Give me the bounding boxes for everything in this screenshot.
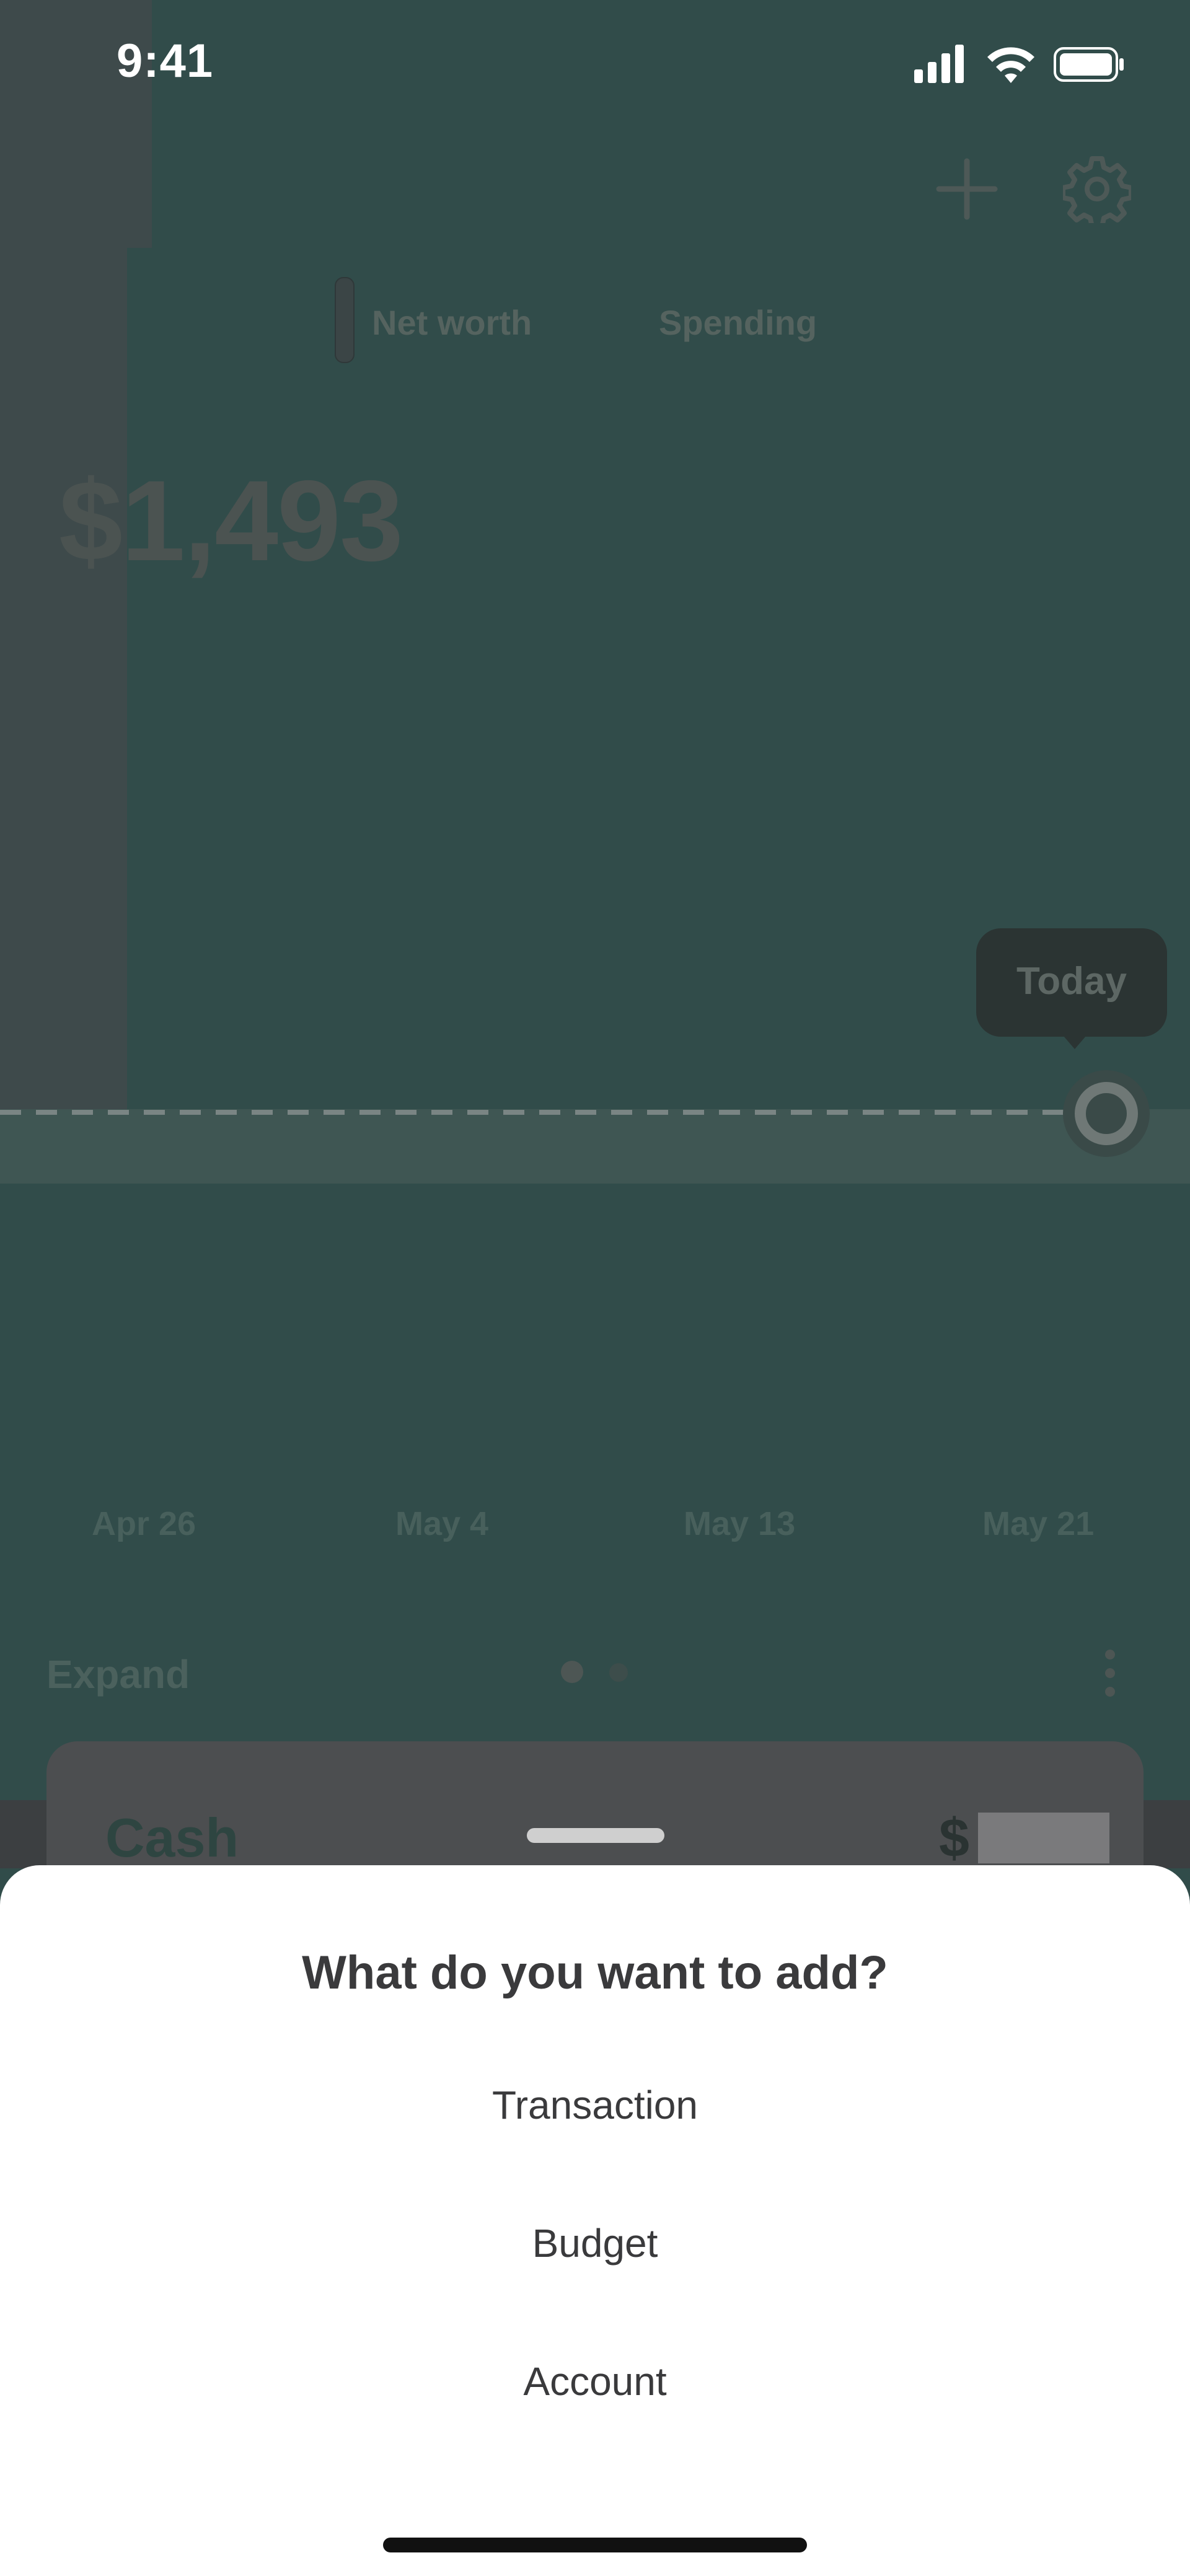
tab-spending[interactable]: Spending <box>659 302 817 343</box>
cash-account-label: Cash <box>105 1807 239 1868</box>
add-transaction-button[interactable]: Transaction <box>347 2070 843 2140</box>
net-worth-value: $1,493 <box>59 457 403 585</box>
add-account-button[interactable]: Account <box>347 2346 843 2417</box>
cash-amount-redacted <box>978 1813 1109 1863</box>
plus-icon[interactable] <box>933 155 1001 223</box>
tab-selected-indicator <box>335 277 355 363</box>
today-label: Today <box>1016 960 1127 1003</box>
add-budget-button[interactable]: Budget <box>347 2208 843 2279</box>
page-dot-active[interactable] <box>561 1661 583 1683</box>
today-tooltip-tail <box>1060 1032 1090 1049</box>
sheet-title: What do you want to add? <box>302 1946 888 1999</box>
status-icons <box>914 45 1124 83</box>
net-worth-chart <box>0 1070 1150 1157</box>
sheet-grabber[interactable] <box>527 1828 664 1843</box>
battery-icon <box>1054 47 1124 82</box>
page-dot[interactable] <box>609 1663 628 1682</box>
x-tick-label: Apr 26 <box>92 1505 196 1542</box>
x-tick-label: May 21 <box>982 1505 1095 1542</box>
wifi-icon <box>987 47 1034 83</box>
status-time: 9:41 <box>117 35 214 87</box>
tab-net-worth[interactable]: Net worth <box>372 302 532 343</box>
x-tick-label: May 13 <box>684 1505 796 1542</box>
more-options-icon[interactable] <box>1099 1648 1121 1698</box>
cash-amount-prefix: $ <box>939 1807 969 1868</box>
cellular-signal-icon <box>914 45 964 83</box>
x-tick-label: May 4 <box>395 1505 489 1542</box>
home-indicator[interactable] <box>383 2538 807 2552</box>
gear-icon[interactable] <box>1063 155 1131 223</box>
expand-button[interactable]: Expand <box>46 1651 190 1697</box>
